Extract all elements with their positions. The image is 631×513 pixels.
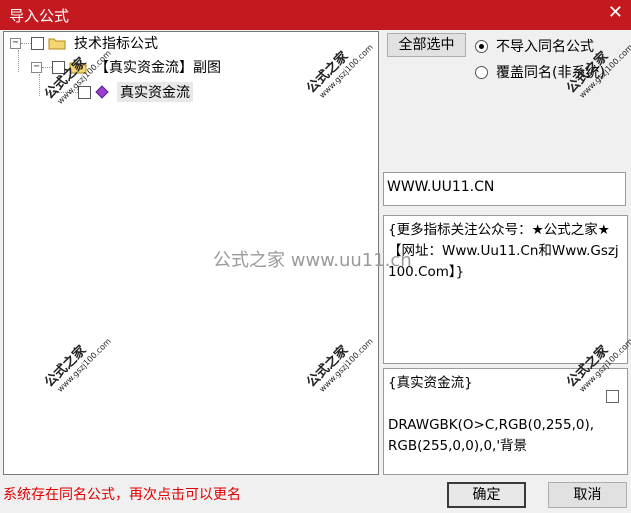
url-field[interactable]: WWW.UU11.CN: [383, 172, 626, 206]
radio-no-import[interactable]: [475, 39, 488, 53]
folder-icon: [48, 38, 66, 50]
tree-child-label: 【真实资金流】副图: [95, 60, 221, 76]
tree-node-leaf[interactable]: 真实资金流: [48, 81, 193, 103]
radio-overwrite[interactable]: [475, 65, 488, 79]
preview-checkbox[interactable]: [606, 390, 619, 403]
title-bar: 导入公式 ✕: [0, 0, 631, 30]
window-title: 导入公式: [9, 7, 70, 25]
option-no-import[interactable]: 不导入同名公式: [475, 36, 594, 56]
status-message: 系统存在同名公式，再次点击可以更名: [3, 487, 241, 503]
option-overwrite-label: 覆盖同名(非系统): [496, 65, 605, 81]
close-icon[interactable]: ✕: [608, 2, 623, 23]
leaf-checkbox[interactable]: [78, 85, 91, 99]
formula-tree[interactable]: − 技术指标公式 − 【真实资金流】副图 真实资金流: [3, 31, 379, 475]
description-text: {更多指标关注公众号：★公式之家★【网址：Www.Uu11.Cn和Www.Gsz…: [388, 222, 619, 280]
cancel-button[interactable]: 取消: [548, 482, 627, 508]
child-checkbox[interactable]: [52, 60, 65, 74]
collapse-icon[interactable]: −: [31, 61, 42, 73]
option-overwrite[interactable]: 覆盖同名(非系统): [475, 62, 605, 82]
formula-diamond-icon: [95, 85, 109, 99]
formula-preview-text: {真实资金流} DRAWGBK(O>C,RGB(0,255,0),RGB(255…: [388, 375, 595, 454]
tree-node-root[interactable]: − 技术指标公式: [10, 32, 158, 54]
select-all-button[interactable]: 全部选中: [387, 33, 466, 57]
ok-button[interactable]: 确定: [447, 482, 526, 508]
root-checkbox[interactable]: [31, 36, 44, 50]
tree-leaf-label: 真实资金流: [117, 82, 193, 102]
collapse-icon[interactable]: −: [10, 37, 21, 49]
folder-icon: [69, 62, 87, 74]
tree-root-label: 技术指标公式: [74, 36, 158, 52]
tree-node-child[interactable]: − 【真实资金流】副图: [31, 56, 221, 78]
option-no-import-label: 不导入同名公式: [496, 39, 594, 55]
url-text: WWW.UU11.CN: [387, 179, 495, 195]
